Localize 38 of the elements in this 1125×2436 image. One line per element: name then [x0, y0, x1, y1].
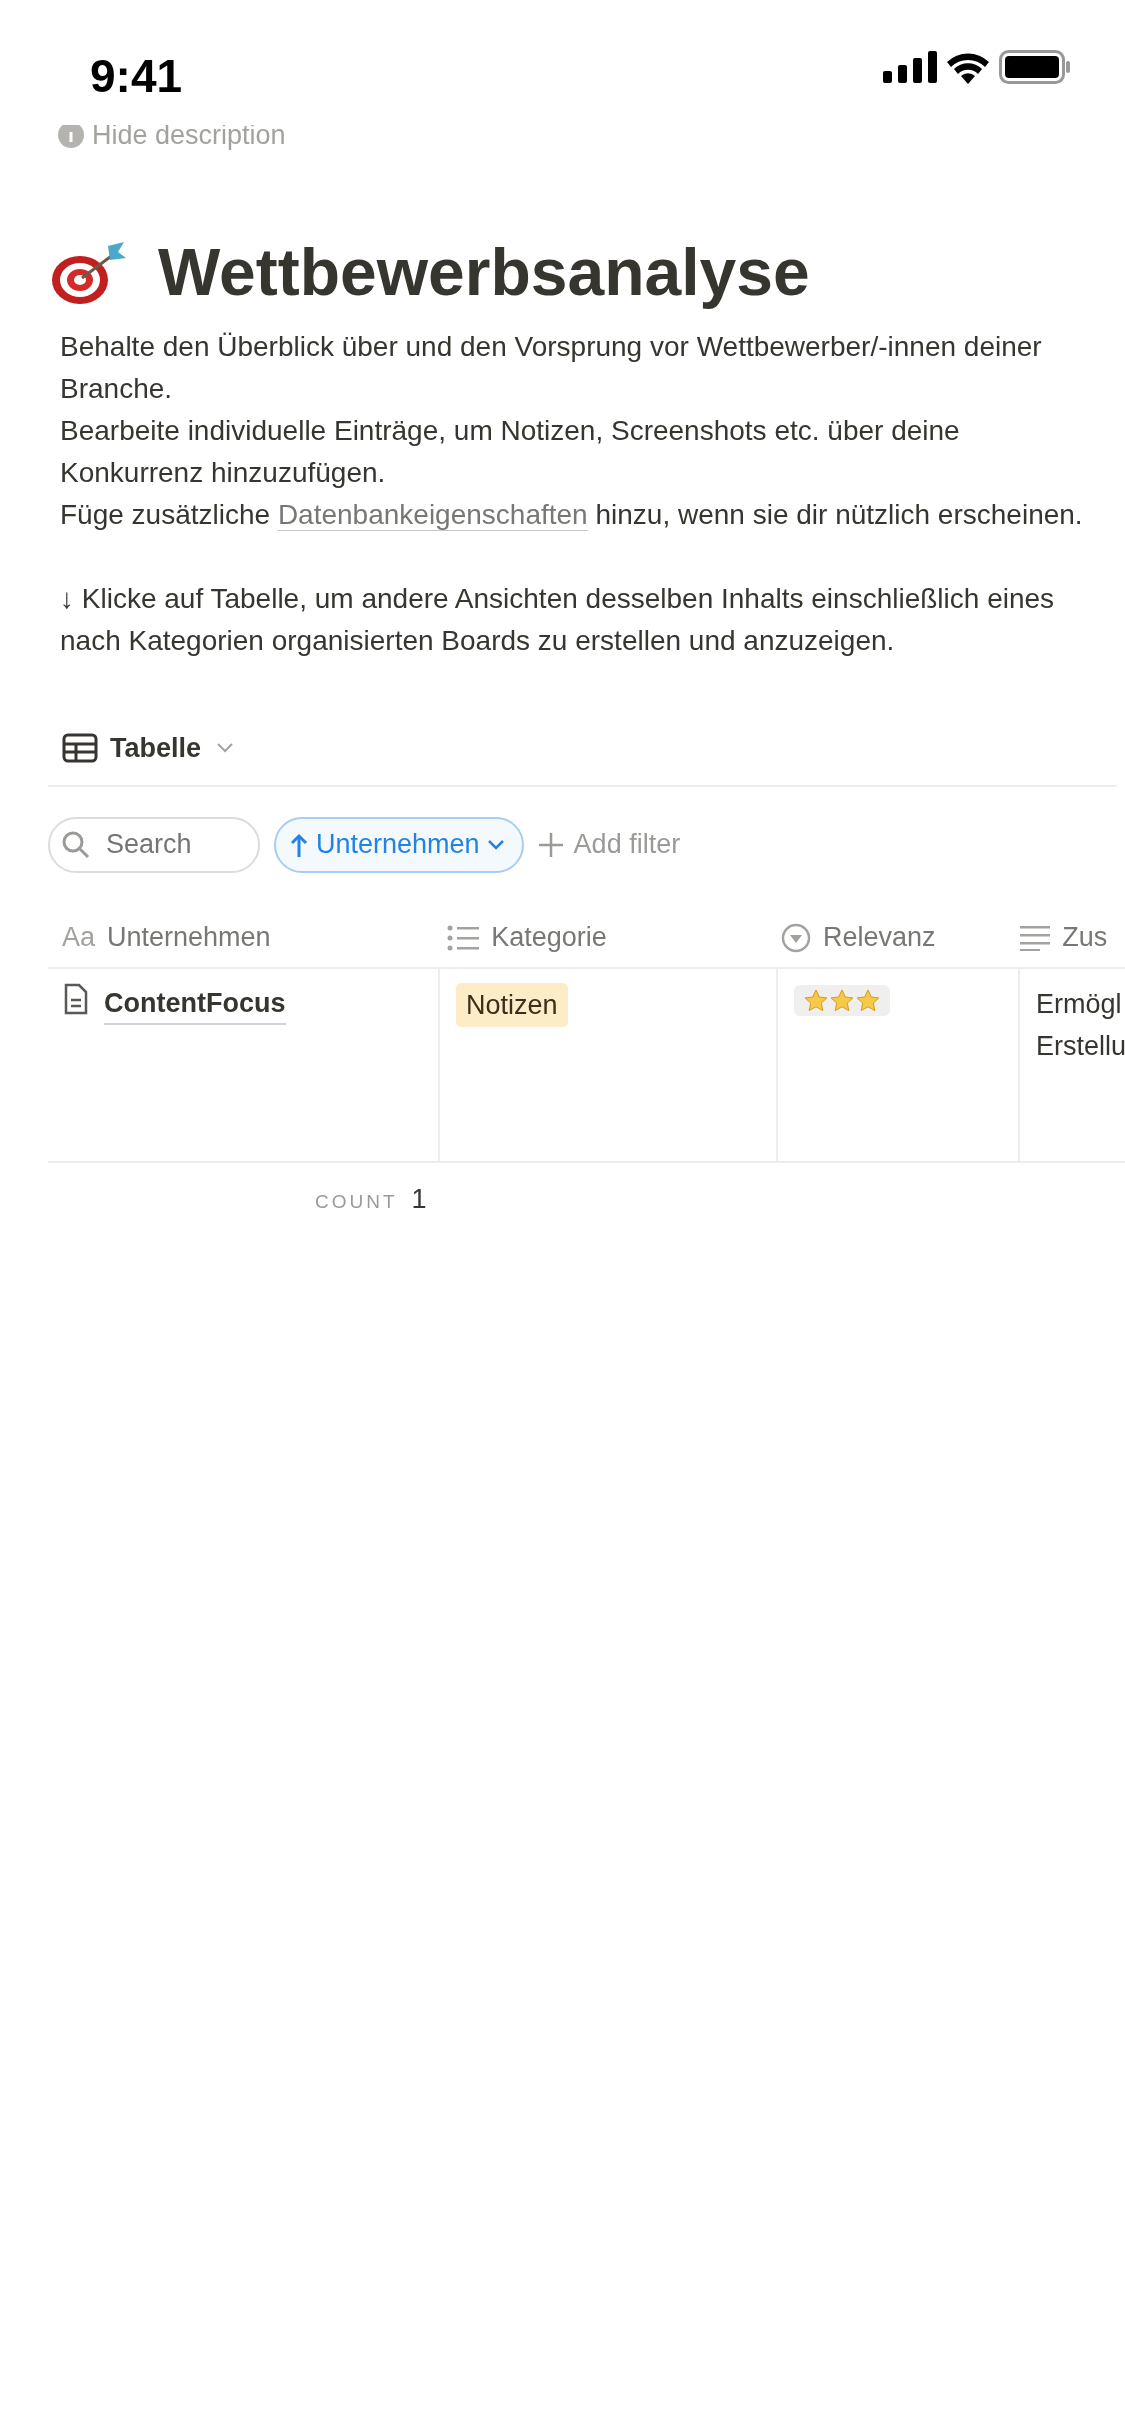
- column-header[interactable]: Relevanz: [767, 908, 1007, 969]
- chevron-down-icon: [217, 743, 234, 754]
- description-paragraph: ↓ Klicke auf Tabelle, um andere Ansichten desselben Inhalts einschließlich eines nach Kategorien organisierten Boards zu erstellen und anzuzeigen.: [60, 582, 1056, 659]
- description-paragraph: Füge zusätzliche Datenbankeigenschaften hinzu, wenn sie dir nützlich erscheinen.: [60, 498, 1084, 534]
- count-label: COUNT: [315, 1189, 398, 1214]
- star-icon: [830, 988, 854, 1012]
- description-paragraph: Behalte den Überblick über und den Vorsprung vor Wettbewerber/-innen deiner Branche.: [60, 330, 1043, 407]
- page-title: Wettbewerbsanalyse: [158, 234, 810, 311]
- document-icon: [64, 982, 88, 1015]
- column-header[interactable]: Zus: [1006, 908, 1125, 969]
- status-time: 9:41: [90, 49, 183, 104]
- chevron-circle-icon: [781, 922, 812, 953]
- star-icon: [856, 988, 880, 1012]
- add-filter-button[interactable]: Add filter: [537, 824, 681, 865]
- table-icon: [62, 733, 98, 764]
- view-switcher[interactable]: Tabelle: [110, 728, 234, 769]
- search-field[interactable]: Search: [48, 816, 260, 873]
- column-header[interactable]: Kategorie: [433, 908, 768, 969]
- arrow-up-icon: [290, 832, 308, 857]
- description-paragraph: Bearbeite individuelle Einträge, um Notizen, Screenshots etc. über deine Konkurrenz hinzuzufügen.: [60, 414, 961, 491]
- battery-icon: [999, 50, 1071, 84]
- star-icon: [804, 988, 828, 1012]
- count-value: 1: [411, 1182, 427, 1216]
- hide-description-link[interactable]: Hide description: [92, 125, 286, 148]
- category-tag: Notizen: [456, 982, 568, 1028]
- search-icon: [62, 830, 90, 859]
- table-cell-text: Ermögl: [1036, 987, 1122, 1021]
- row-title-link[interactable]: ContentFocus: [104, 982, 286, 1026]
- plus-icon: [537, 831, 564, 858]
- info-icon: [58, 125, 84, 148]
- chevron-down-icon: [487, 839, 504, 850]
- text-lines-icon: [1020, 924, 1051, 951]
- column-header[interactable]: Aa Unternehmen: [48, 908, 434, 969]
- database-properties-link[interactable]: Datenbankeigenschaften: [277, 499, 588, 532]
- list-icon: [447, 924, 480, 951]
- signal-icon: [883, 51, 937, 83]
- wifi-icon: [945, 50, 991, 84]
- sort-button[interactable]: Unternehmen: [274, 816, 524, 873]
